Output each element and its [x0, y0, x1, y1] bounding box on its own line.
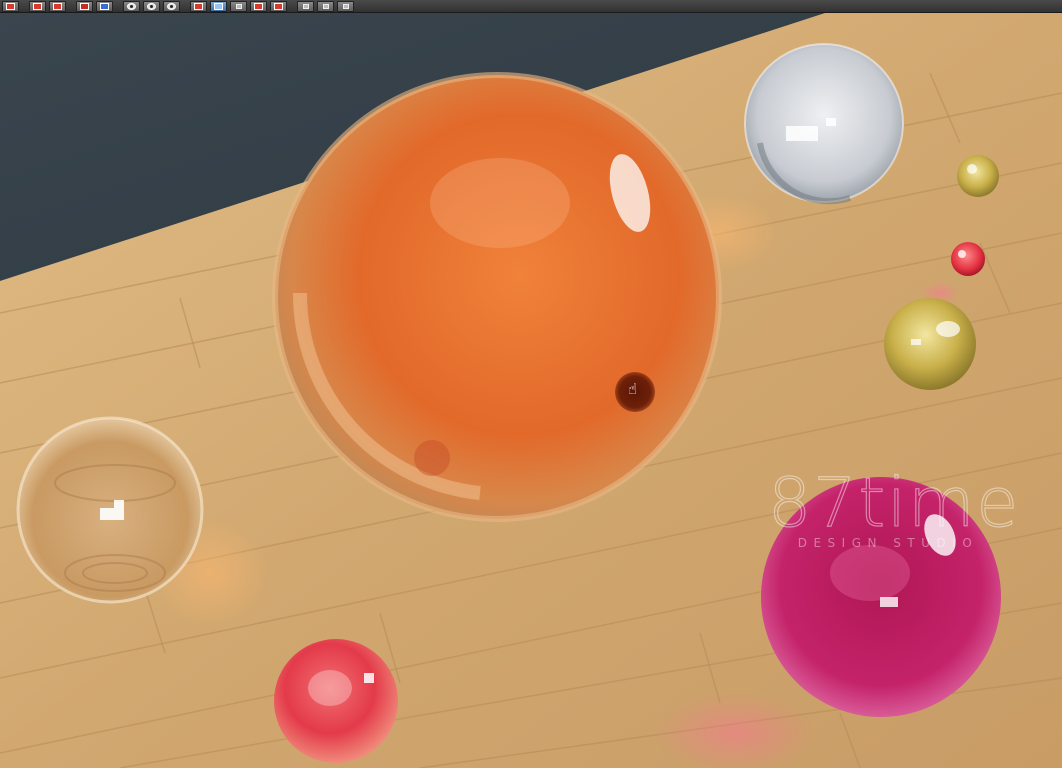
toolbar-separator — [22, 1, 26, 12]
save-icon — [214, 2, 223, 10]
color-icon — [194, 2, 203, 10]
list-icon — [100, 2, 109, 10]
settings-icon — [323, 3, 329, 9]
magenta-glass-sphere — [761, 477, 1001, 717]
history-icon — [254, 2, 263, 10]
render-region-button[interactable] — [29, 0, 46, 12]
options-icon — [303, 3, 309, 9]
small-red-sphere — [951, 242, 985, 276]
eye-icon — [127, 2, 136, 10]
render-frame-button[interactable] — [2, 0, 19, 12]
gold-glass-sphere — [884, 298, 976, 390]
clone-icon — [80, 2, 89, 10]
render-viewport[interactable]: 87time DESIGN STUDIO ☝ — [0, 13, 1062, 768]
eye-icon — [167, 2, 176, 10]
settings-button[interactable] — [317, 0, 334, 12]
options-button[interactable] — [297, 0, 314, 12]
clear-glass-sphere — [744, 43, 904, 205]
render-last-button[interactable] — [49, 0, 66, 12]
small-gold-sphere — [957, 155, 999, 197]
clone-render-button[interactable] — [76, 0, 93, 12]
save-image-button[interactable] — [210, 0, 227, 12]
eye-icon — [147, 2, 156, 10]
render-icon — [6, 2, 15, 10]
track-mouse-button[interactable] — [163, 0, 180, 12]
panel-button[interactable] — [337, 0, 354, 12]
history-button[interactable] — [250, 0, 267, 12]
link-button[interactable] — [230, 0, 247, 12]
view-lights-button[interactable] — [96, 0, 113, 12]
clear-button[interactable] — [270, 0, 287, 12]
toolbar-separator — [183, 1, 187, 12]
view-mask-button[interactable] — [123, 0, 140, 12]
clear-icon — [274, 2, 283, 10]
view-alpha-button[interactable] — [143, 0, 160, 12]
hand-icon: ☝ — [628, 380, 638, 398]
link-icon — [236, 3, 242, 9]
toolbar-separator — [116, 1, 120, 12]
color-correct-button[interactable] — [190, 0, 207, 12]
render-toolbar — [0, 0, 1062, 13]
wood-glass-sphere — [16, 416, 204, 604]
red-glass-sphere — [274, 639, 398, 763]
region-icon — [33, 2, 42, 10]
panel-icon — [343, 3, 349, 9]
rendered-scene — [0, 13, 1062, 768]
toolbar-separator — [290, 1, 294, 12]
toolbar-separator — [69, 1, 73, 12]
orange-glass-sphere — [272, 72, 722, 522]
mouse-cursor: ☝ — [615, 372, 655, 412]
render-last-icon — [53, 2, 62, 10]
